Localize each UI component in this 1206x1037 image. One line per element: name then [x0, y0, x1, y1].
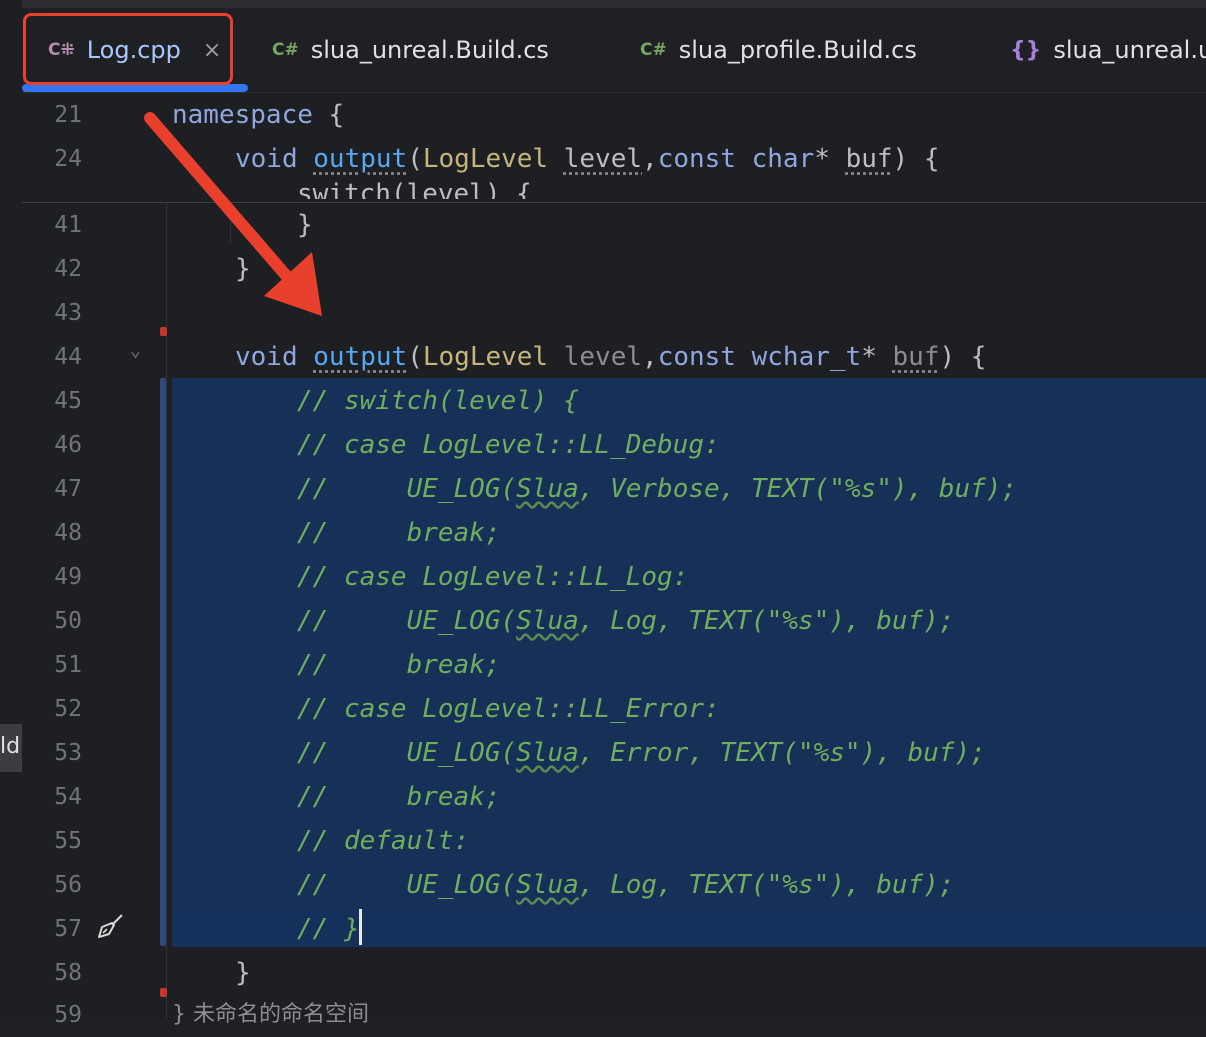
- code-text: // break;: [297, 518, 501, 548]
- line-number: 24: [54, 146, 82, 172]
- code-text: // UE_LOG(Slua, Error, TEXT("%s"), buf);: [297, 738, 986, 768]
- code-text: // switch(level) {: [297, 386, 579, 416]
- code-text: // case LogLevel::LL_Error:: [297, 694, 720, 724]
- text-caret: [359, 909, 362, 945]
- code-editor[interactable]: 21 namespace { 24 void output(LogLevel l…: [22, 93, 1206, 1028]
- code-text: // break;: [297, 650, 501, 680]
- namespace-end-hint: } 未命名的命名空间: [172, 1002, 369, 1027]
- code-text: // case LogLevel::LL_Log:: [297, 562, 689, 592]
- code-text: namespace {: [172, 100, 345, 130]
- line-49[interactable]: 49 // case LogLevel::LL_Log:: [22, 555, 1206, 599]
- active-tab-indicator: [22, 84, 248, 92]
- tab-slua-profile-build-cs[interactable]: C# slua_profile.Build.cs: [640, 8, 917, 92]
- line-number: 59: [54, 1002, 82, 1028]
- tab-label: slua_unreal.Build.cs: [310, 36, 549, 64]
- line-54[interactable]: 54 // break;: [22, 775, 1206, 819]
- sticky-line-21[interactable]: 21 namespace {: [22, 93, 1206, 137]
- line-number: 57: [54, 916, 82, 942]
- code-text: // case LogLevel::LL_Debug:: [297, 430, 720, 460]
- code-text: void output(LogLevel level,const char* b…: [235, 144, 940, 174]
- tab-label: slua_unreal.u: [1053, 36, 1206, 64]
- code-text: // UE_LOG(Slua, Log, TEXT("%s"), buf);: [297, 870, 955, 900]
- sticky-line-24[interactable]: 24 void output(LogLevel level,const char…: [22, 137, 1206, 181]
- line-41[interactable]: 41 }: [22, 203, 1206, 247]
- annotation-highlight-box: [23, 13, 233, 85]
- csharp-file-icon: C#: [640, 40, 667, 60]
- line-number: 45: [54, 388, 82, 414]
- tab-label: slua_profile.Build.cs: [678, 36, 917, 64]
- code-text: // }: [297, 914, 360, 944]
- code-text: // break;: [297, 782, 501, 812]
- code-cleanup-broom-icon[interactable]: [96, 911, 126, 941]
- code-text: }: [297, 210, 313, 240]
- window-top-strip: [0, 0, 1206, 8]
- csharp-file-icon: C#: [272, 40, 299, 60]
- line-number: 52: [54, 696, 82, 722]
- line-number: 54: [54, 784, 82, 810]
- line-45[interactable]: 45 // switch(level) {: [22, 379, 1206, 423]
- line-number: 58: [54, 960, 82, 986]
- line-43[interactable]: 43: [22, 291, 1206, 335]
- line-44[interactable]: 44 void output(LogLevel level,const wcha…: [22, 335, 1206, 379]
- line-48[interactable]: 48 // break;: [22, 511, 1206, 555]
- line-57[interactable]: 57 // }: [22, 907, 1206, 951]
- line-50[interactable]: 50 // UE_LOG(Slua, Log, TEXT("%s"), buf)…: [22, 599, 1206, 643]
- scrolled-line-fragment: switch(level) {: [297, 181, 532, 199]
- line-number: 44: [54, 344, 82, 370]
- code-text: }: [235, 958, 251, 988]
- project-panel-item-fragment[interactable]: ld: [0, 734, 20, 759]
- line-56[interactable]: 56 // UE_LOG(Slua, Log, TEXT("%s"), buf)…: [22, 863, 1206, 907]
- project-panel-edge[interactable]: [0, 0, 22, 1020]
- line-number: 50: [54, 608, 82, 634]
- line-number: 51: [54, 652, 82, 678]
- line-number: 43: [54, 300, 82, 326]
- line-number: 21: [54, 102, 82, 128]
- line-46[interactable]: 46 // case LogLevel::LL_Debug:: [22, 423, 1206, 467]
- line-58[interactable]: 58 }: [22, 951, 1206, 995]
- code-text: void output(LogLevel level,const wchar_t…: [235, 342, 987, 372]
- code-text: // default:: [297, 826, 470, 856]
- code-text: }: [235, 254, 251, 284]
- code-text: // UE_LOG(Slua, Log, TEXT("%s"), buf);: [297, 606, 955, 636]
- line-number: 49: [54, 564, 82, 590]
- line-47[interactable]: 47 // UE_LOG(Slua, Verbose, TEXT("%s"), …: [22, 467, 1206, 511]
- json-file-icon: {}: [1010, 37, 1042, 63]
- line-number: 48: [54, 520, 82, 546]
- line-number: 46: [54, 432, 82, 458]
- tab-slua-unreal-uplugin[interactable]: {} slua_unreal.u: [1010, 8, 1206, 92]
- tab-slua-unreal-build-cs[interactable]: C# slua_unreal.Build.cs: [272, 8, 549, 92]
- line-51[interactable]: 51 // break;: [22, 643, 1206, 687]
- line-number: 42: [54, 256, 82, 282]
- line-53[interactable]: 53 // UE_LOG(Slua, Error, TEXT("%s"), bu…: [22, 731, 1206, 775]
- line-number: 55: [54, 828, 82, 854]
- line-42[interactable]: 42 }: [22, 247, 1206, 291]
- line-number: 47: [54, 476, 82, 502]
- line-number: 41: [54, 212, 82, 238]
- code-text: // UE_LOG(Slua, Verbose, TEXT("%s"), buf…: [297, 474, 1018, 504]
- line-52[interactable]: 52 // case LogLevel::LL_Error:: [22, 687, 1206, 731]
- line-number: 53: [54, 740, 82, 766]
- line-number: 56: [54, 872, 82, 898]
- line-55[interactable]: 55 // default:: [22, 819, 1206, 863]
